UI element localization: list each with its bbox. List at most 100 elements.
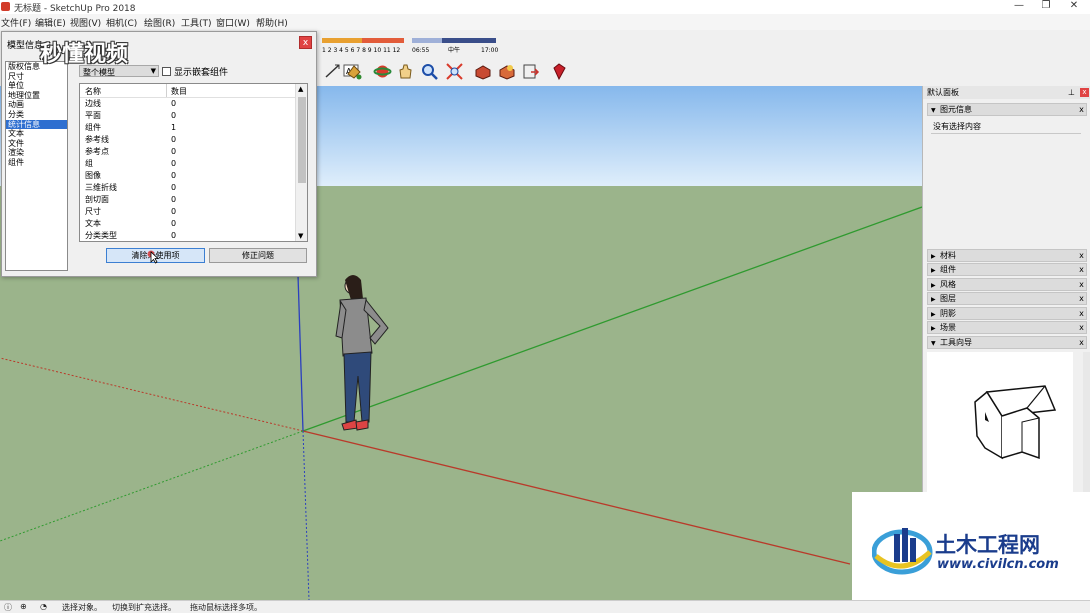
status-bar: ⓘ ⊕ ◔ 选择对象。 切换到扩充选择。 拖动鼠标选择多项。 <box>0 600 1090 613</box>
dialog-title: 模型信息 <box>7 41 44 51</box>
site-url: www.civilcn.com <box>937 557 1059 572</box>
scenes-panel-header[interactable]: ▶ 场景 x <box>927 321 1087 334</box>
nav-item-animation[interactable]: 动画 <box>6 100 67 110</box>
table-row: 参考线 0 <box>85 135 177 144</box>
fix-problems-button[interactable]: 修正问题 <box>209 248 307 263</box>
menu-edit[interactable]: 编辑(E) <box>35 16 66 29</box>
pan-hand-icon[interactable] <box>396 62 415 81</box>
panel-close-icon[interactable]: x <box>1077 308 1086 319</box>
menu-tools[interactable]: 工具(T) <box>181 16 212 29</box>
table-row: 组件 1 <box>85 123 177 132</box>
checkbox-label: 显示嵌套组件 <box>174 68 229 78</box>
table-row: 组0 <box>85 159 177 168</box>
3d-warehouse-icon[interactable] <box>473 62 492 81</box>
table-row: 尺寸 0 <box>85 207 177 216</box>
shadows-panel-header[interactable]: ▶ 阴影 x <box>927 307 1087 320</box>
info-icon[interactable]: ⓘ <box>4 602 12 613</box>
tray-header: 默认面板 ⊥ x <box>923 86 1090 99</box>
menu-window[interactable]: 窗口(W) <box>216 16 250 29</box>
panel-close-icon[interactable]: x <box>1077 250 1086 261</box>
nav-item-geo-location[interactable]: 地理位置 <box>6 91 67 101</box>
month-slider-fill <box>362 38 404 43</box>
send-to-layout-icon[interactable] <box>521 62 540 81</box>
table-scrollbar[interactable]: ▲ ▼ <box>295 84 307 241</box>
site-name: 土木工程网 <box>935 533 1040 557</box>
house-sketch-icon <box>974 385 1057 460</box>
divider <box>931 133 1081 134</box>
entity-info-panel-header[interactable]: ▼ 图元信息 x <box>927 103 1087 116</box>
layers-panel-header[interactable]: ▶ 图层 x <box>927 292 1087 305</box>
column-header-count[interactable]: 数目 <box>171 86 187 97</box>
shadow-time-end: 17:00 <box>481 47 498 54</box>
collapsed-arrow-icon: ▶ <box>931 311 936 318</box>
user-icon[interactable]: ◔ <box>40 602 47 611</box>
scroll-down-icon[interactable]: ▼ <box>298 232 303 240</box>
table-row: 分类类型 0 <box>85 231 177 240</box>
tray-close-button[interactable]: x <box>1080 88 1089 97</box>
paint-bucket-icon[interactable] <box>344 62 363 81</box>
nav-item-file[interactable]: 文件 <box>6 139 67 149</box>
shadow-months-label: 1 2 3 4 5 6 7 8 9 10 11 12 <box>322 47 400 54</box>
panel-close-icon[interactable]: x <box>1077 322 1086 333</box>
show-nested-components-checkbox[interactable] <box>162 67 171 76</box>
pin-icon[interactable]: ⊥ <box>1068 86 1075 99</box>
collapsed-arrow-icon: ▶ <box>931 282 936 289</box>
nav-item-text[interactable]: 文本 <box>6 129 67 139</box>
time-slider-fill <box>412 38 442 43</box>
video-watermark: 秒懂视频 <box>40 42 129 67</box>
collapsed-arrow-icon: ▶ <box>931 267 936 274</box>
column-header-name[interactable]: 名称 <box>85 86 101 97</box>
extension-warehouse-icon[interactable] <box>497 62 516 81</box>
instructor-panel-header[interactable]: ▼ 工具向导 x <box>927 336 1087 349</box>
default-tray: 默认面板 ⊥ x ▼ 图元信息 x 没有选择内容 ▶ 材料 x ▶ 组件 x ▶ 风格 … <box>922 86 1090 492</box>
shadow-settings-bar[interactable]: 1 2 3 4 5 6 7 8 9 10 11 12 06:55 中午 17:0… <box>318 36 500 58</box>
instructor-scrollbar[interactable] <box>1083 352 1090 492</box>
scrollbar-thumb[interactable] <box>298 97 306 183</box>
geo-icon[interactable]: ⊕ <box>20 602 27 611</box>
menu-file[interactable]: 文件(F) <box>1 16 31 29</box>
statistics-table: 名称 数目 边线 0 平面 0 组件 1 参考线 0 参考点 0 组0 图像 0 三维折线 0… <box>79 83 308 242</box>
collapsed-arrow-icon: ▶ <box>931 296 936 303</box>
menu-help[interactable]: 帮助(H) <box>256 16 288 29</box>
zoom-extents-icon[interactable] <box>445 62 464 81</box>
dialog-close-button[interactable]: x <box>299 36 312 49</box>
table-row: 文本 0 <box>85 219 177 228</box>
menu-camera[interactable]: 相机(C) <box>106 16 137 29</box>
nav-item-units[interactable]: 单位 <box>6 81 67 91</box>
menu-bar: 文件(F) 编辑(E) 视图(V) 相机(C) 绘图(R) 工具(T) 窗口(W… <box>0 14 1090 30</box>
menu-draw[interactable]: 绘图(R) <box>144 16 175 29</box>
nav-item-statistics[interactable]: 统计信息 <box>6 119 67 130</box>
panel-close-icon[interactable]: x <box>1077 337 1086 348</box>
nav-item-dimensions[interactable]: 尺寸 <box>6 72 67 82</box>
table-row: 三维折线 0 <box>85 183 177 192</box>
dropdown-value: 整个模型 <box>83 68 115 77</box>
components-panel-header[interactable]: ▶ 组件 x <box>927 263 1087 276</box>
zoom-icon[interactable] <box>420 62 439 81</box>
nav-item-classifications[interactable]: 分类 <box>6 110 67 120</box>
title-bar: 无标题 - SketchUp Pro 2018 — ❐ ✕ <box>0 0 1090 14</box>
panel-close-icon[interactable]: x <box>1077 104 1086 115</box>
scroll-up-icon[interactable]: ▲ <box>298 85 303 93</box>
column-divider <box>166 84 167 97</box>
window-title: 无标题 - SketchUp Pro 2018 <box>14 4 136 14</box>
panel-close-icon[interactable]: x <box>1077 293 1086 304</box>
maximize-button[interactable]: ❐ <box>1032 0 1060 14</box>
materials-panel-header[interactable]: ▶ 材料 x <box>927 249 1087 262</box>
expanded-arrow-icon: ▼ <box>931 340 936 347</box>
close-window-button[interactable]: ✕ <box>1060 0 1088 14</box>
menu-view[interactable]: 视图(V) <box>70 16 101 29</box>
nav-item-rendering[interactable]: 渲染 <box>6 148 67 158</box>
minimize-button[interactable]: — <box>1005 0 1033 14</box>
mouse-cursor-icon <box>147 250 159 264</box>
expanded-arrow-icon: ▼ <box>931 107 936 114</box>
panel-close-icon[interactable]: x <box>1077 279 1086 290</box>
panel-close-icon[interactable]: x <box>1077 264 1086 275</box>
site-logo-icon <box>872 528 933 575</box>
dimension-tool-icon[interactable] <box>323 62 342 81</box>
styles-panel-header[interactable]: ▶ 风格 x <box>927 278 1087 291</box>
orbit-icon[interactable] <box>373 62 392 81</box>
dialog-nav-list: 版权信息 尺寸 单位 地理位置 动画 分类 统计信息 文本 文件 渲染 组件 <box>5 61 68 271</box>
instructor-illustration <box>927 352 1073 492</box>
ruby-console-icon[interactable] <box>550 62 569 81</box>
nav-item-components[interactable]: 组件 <box>6 158 67 168</box>
